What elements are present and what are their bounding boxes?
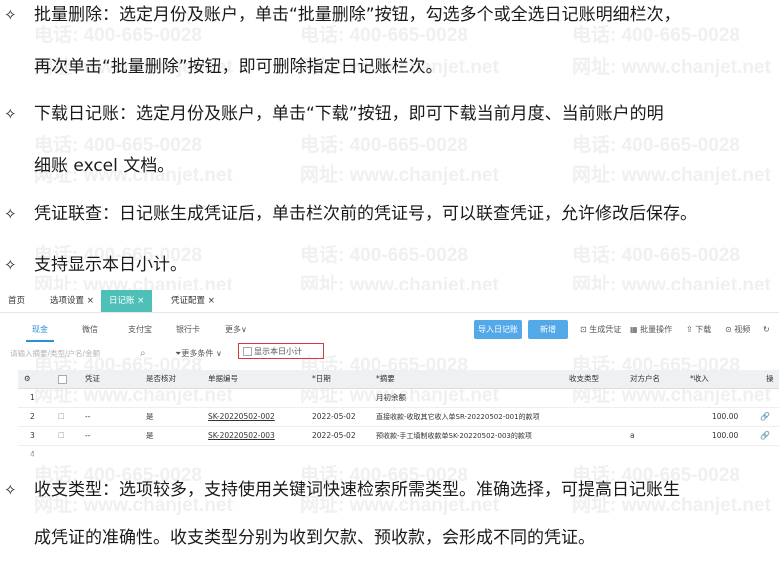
table-row: 2 ☐ -- 是 SK-20220502-002 2022-05-02 直接收款…: [18, 408, 779, 427]
journal-app-screenshot: 首页 选项设置 × 日记账 × 凭证配置 × 现金 微信 支付宝 银行卡 更多∨…: [0, 290, 779, 460]
show-day-subtotal-checkbox[interactable]: 显示本日小计: [238, 343, 324, 359]
row-checked: 是: [146, 431, 154, 440]
import-journal-button[interactable]: 导入日记账: [474, 320, 522, 339]
row-summary: 直接收款-收取其它收入单SR-20220502-001的款项: [376, 413, 540, 421]
new-button[interactable]: 新增: [528, 320, 568, 339]
top-tab-bar: 首页 选项设置 × 日记账 × 凭证配置 ×: [0, 290, 779, 313]
watermark-phone: 电话: 400-665-0028: [572, 135, 740, 156]
tab-journal[interactable]: 日记账 ×: [101, 290, 153, 312]
subtab-wechat[interactable]: 微信: [82, 320, 98, 340]
watermark-site: 网址: www.chanjet.net: [572, 165, 771, 186]
header-actions: 操: [766, 374, 774, 383]
row-checkbox[interactable]: ☐: [58, 408, 65, 426]
row-income: 100.00: [712, 412, 739, 421]
row-income: 100.00: [712, 431, 739, 440]
paragraph-line: 成凭证的准确性。收支类型分别为收到欠款、预收款，会形成不同的凭证。: [34, 528, 595, 548]
watermark-phone: 电话: 400-665-0028: [572, 245, 740, 266]
tab-voucher-config[interactable]: 凭证配置 ×: [171, 290, 215, 312]
paragraph-line: 批量删除：选定月份及账户，单击“批量删除”按钮，勾选多个或全选日记账明细栏次，: [34, 5, 681, 25]
more-conditions-dropdown[interactable]: ⏷更多条件 ∨: [175, 346, 222, 362]
search-input[interactable]: 请输入摘要/类型/户名/金额: [10, 346, 155, 362]
row-summary: 月初余额: [376, 393, 406, 402]
generate-voucher-button[interactable]: ⊡ 生成凭证: [580, 320, 621, 339]
row-doc-number-link[interactable]: SK-20220502-003: [208, 427, 275, 445]
watermark-phone: 电话: 400-665-0028: [34, 135, 202, 156]
paragraph-line: 支持显示本日小计。: [34, 255, 187, 275]
row-index: 2: [30, 412, 35, 421]
watermark-phone: 电话: 400-665-0028: [300, 245, 468, 266]
header-select-all[interactable]: [58, 370, 69, 388]
header-date: *日期: [312, 374, 331, 383]
header-voucher: 凭证: [85, 374, 100, 383]
header-checked: 是否核对: [146, 374, 176, 383]
row-date: 2022-05-02: [312, 412, 356, 421]
header-income: *收入: [690, 374, 709, 383]
show-day-subtotal-label: 显示本日小计: [254, 347, 302, 356]
row-index: 1: [30, 393, 35, 402]
link-icon[interactable]: 🔗: [760, 427, 770, 445]
table-row: 1 月初余额: [18, 389, 779, 408]
paragraph-line: 细账 excel 文档。: [34, 156, 175, 176]
screenshot-fade: [0, 448, 779, 460]
tab-options[interactable]: 选项设置 ×: [50, 290, 94, 312]
column-settings-icon[interactable]: ⚙: [24, 370, 31, 388]
refresh-icon[interactable]: ↻: [763, 320, 770, 339]
table-header: ⚙ 凭证 是否核对 单据编号 *日期 *摘要 收支类型 对方户名 *收入 操: [18, 370, 779, 389]
filter-bar: 请输入摘要/类型/户名/金额 ⌕ ⏷更多条件 ∨ 显示本日小计: [0, 343, 779, 364]
link-icon[interactable]: 🔗: [760, 408, 770, 426]
checkbox-icon[interactable]: [243, 347, 252, 356]
subtab-bank-card[interactable]: 银行卡: [176, 320, 200, 340]
row-checked: 是: [146, 412, 154, 421]
bullet-diamond-icon: ✧: [4, 481, 17, 499]
batch-operation-button[interactable]: ▦ 批量操作: [630, 320, 672, 339]
paragraph-line: 下载日记账：选定月份及账户，单击“下载”按钮，即可下载当前月度、当前账户的明: [34, 104, 664, 124]
row-voucher[interactable]: --: [85, 427, 90, 445]
bullet-diamond-icon: ✧: [4, 205, 17, 223]
row-summary: 预收款-手工填制收款单SK-20220502-003的款项: [376, 432, 532, 440]
subtab-alipay[interactable]: 支付宝: [128, 320, 152, 340]
header-summary: *摘要: [376, 374, 395, 383]
bullet-diamond-icon: ✧: [4, 105, 17, 123]
watermark-phone: 电话: 400-665-0028: [300, 135, 468, 156]
paragraph-line: 收支类型：选项较多，支持使用关键词快速检索所需类型。准确选择，可提高日记账生: [34, 480, 680, 500]
table-row: 3 ☐ -- 是 SK-20220502-003 2022-05-02 预收款-…: [18, 427, 779, 446]
header-income-type: 收支类型: [569, 374, 599, 383]
row-checkbox[interactable]: ☐: [58, 427, 65, 445]
row-date: 2022-05-02: [312, 431, 356, 440]
row-index: 3: [30, 431, 35, 440]
watermark-site: 网址: www.chanjet.net: [300, 165, 499, 186]
subtab-more[interactable]: 更多∨: [225, 320, 247, 340]
tab-home[interactable]: 首页: [8, 290, 25, 312]
bullet-diamond-icon: ✧: [4, 6, 17, 24]
header-doc-number: 单据编号: [208, 374, 238, 383]
video-button[interactable]: ⊙ 视频: [725, 320, 750, 339]
paragraph-line: 凭证联查：日记账生成凭证后，单击栏次前的凭证号，可以联查凭证，允许修改后保存。: [34, 204, 697, 224]
search-icon[interactable]: ⌕: [140, 346, 146, 362]
bullet-diamond-icon: ✧: [4, 256, 17, 274]
watermark-site: 网址: www.chanjet.net: [572, 57, 771, 78]
download-button[interactable]: ⇪ 下载: [686, 320, 711, 339]
subtab-cash[interactable]: 现金: [26, 320, 54, 342]
row-voucher[interactable]: --: [85, 408, 90, 426]
row-counterparty: a: [630, 431, 635, 440]
paragraph-line: 再次单击“批量删除”按钮，即可删除指定日记账栏次。: [34, 57, 443, 77]
header-counterparty: 对方户名: [630, 374, 660, 383]
row-doc-number-link[interactable]: SK-20220502-002: [208, 408, 275, 426]
